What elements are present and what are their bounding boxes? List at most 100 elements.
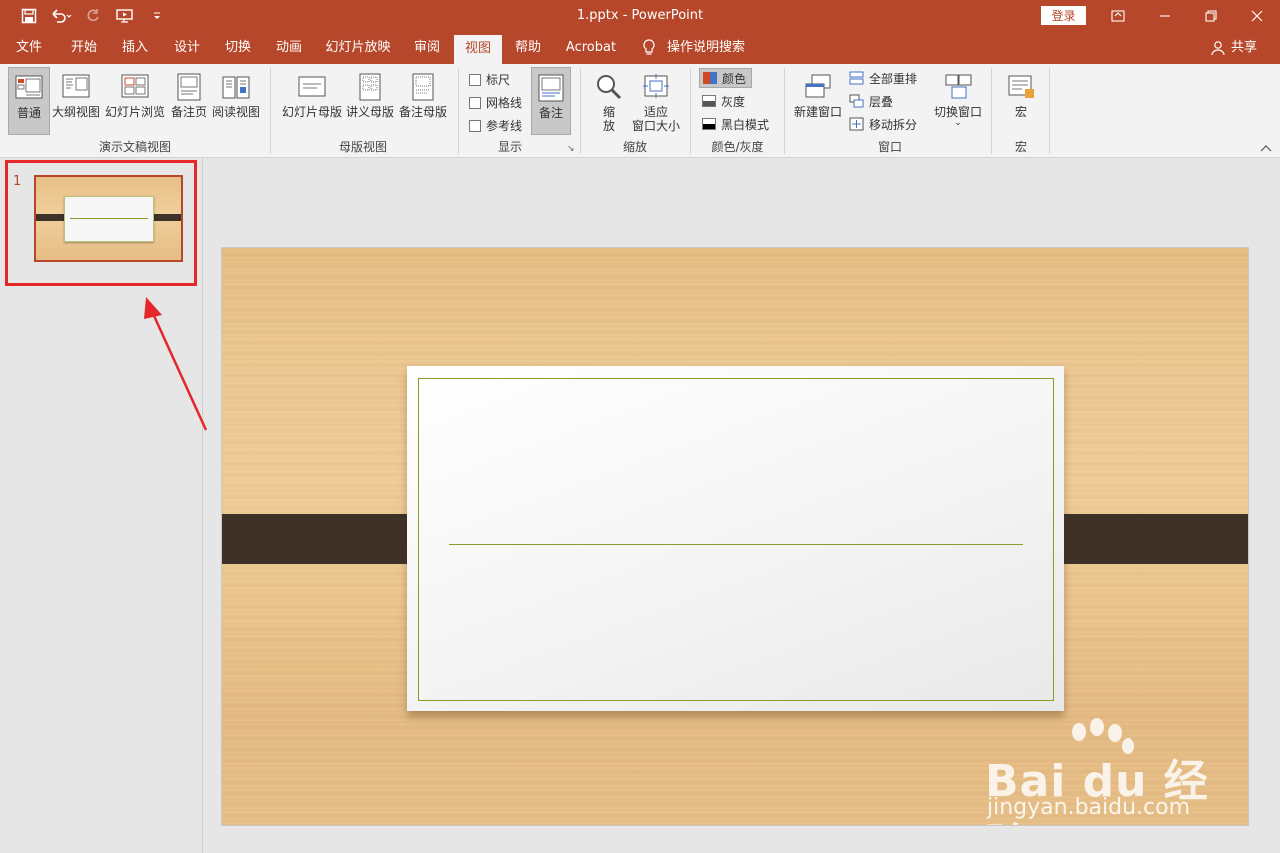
watermark-url: jingyan.baidu.com [987, 795, 1191, 820]
group-separator [270, 68, 271, 154]
gridlines-checkbox[interactable]: 网格线 [469, 94, 522, 111]
start-slideshow-icon[interactable] [114, 6, 136, 26]
outline-view-icon [62, 74, 90, 98]
notes-page-button[interactable]: 备注页 [168, 67, 210, 135]
group-label-macros: 宏 [1014, 140, 1027, 154]
cascade-button[interactable]: 层叠 [846, 91, 896, 111]
share-button[interactable]: 共享 [1229, 32, 1259, 64]
title-bar: 1.pptx - PowerPoint 登录 [0, 0, 1280, 32]
ruler-checkbox[interactable]: 标尺 [469, 71, 510, 88]
group-separator [690, 68, 691, 154]
dialog-launcher-icon[interactable]: ↘ [567, 144, 575, 154]
tab-review[interactable]: 审阅 [406, 32, 448, 64]
red-arrow-annotation [144, 297, 208, 431]
group-separator [580, 68, 581, 154]
checkbox-box[interactable] [469, 96, 481, 109]
notes-icon [538, 74, 564, 102]
minimize-icon[interactable] [1142, 0, 1188, 32]
group-separator [458, 68, 459, 154]
grayscale-button[interactable]: 灰度 [699, 91, 748, 111]
guides-checkbox[interactable]: 参考线 [469, 117, 522, 134]
tab-slideshow[interactable]: 幻灯片放映 [322, 32, 394, 64]
notes-master-button[interactable]: 备注母版 [397, 67, 449, 135]
checkbox-box[interactable] [469, 119, 481, 132]
color-button[interactable]: 颜色 [699, 68, 752, 88]
slide-sorter-button[interactable]: 幻灯片浏览 [104, 67, 166, 135]
fit-to-window-button[interactable]: 适应 窗口大小 [630, 67, 682, 135]
switch-windows-icon [945, 74, 972, 99]
group-label-window: 窗口 [877, 140, 902, 154]
cascade-icon [849, 94, 864, 108]
outline-view-button[interactable]: 大纲视图 [51, 67, 101, 135]
new-window-icon [805, 74, 831, 98]
group-separator [1049, 68, 1050, 154]
tab-help[interactable]: 帮助 [507, 32, 549, 64]
reading-view-button[interactable]: 阅读视图 [211, 67, 261, 135]
slide-master-button[interactable]: 幻灯片母版 [281, 67, 343, 135]
group-label-zoom: 缩放 [622, 140, 647, 154]
ribbon-display-options-icon[interactable] [1095, 0, 1141, 32]
group-label-master-views: 母版视图 [338, 140, 387, 154]
title-card[interactable] [407, 366, 1064, 711]
tab-view[interactable]: 视图 [454, 35, 502, 64]
tab-insert[interactable]: 插入 [114, 32, 156, 64]
card-frame [418, 378, 1054, 701]
magnifier-icon [597, 75, 622, 100]
thumbnail-highlight-box [5, 160, 197, 286]
undo-icon[interactable] [50, 6, 72, 26]
redo-icon[interactable] [82, 6, 104, 26]
fit-window-icon [643, 74, 669, 98]
tab-transitions[interactable]: 切换 [217, 32, 259, 64]
quick-access-toolbar [18, 6, 168, 26]
macros-button[interactable]: 宏 [1001, 67, 1041, 135]
ribbon-view: 普通 大纲视图 幻灯片浏览 备注页 阅读视图 演示文稿视图 幻灯片母版 讲义母版… [0, 64, 1280, 158]
slide-canvas[interactable]: Bai du 经验 jingyan.baidu.com [221, 247, 1249, 826]
tab-animations[interactable]: 动画 [268, 32, 310, 64]
slide-sorter-icon [121, 74, 149, 98]
notes-toggle-button[interactable]: 备注 [531, 67, 571, 135]
tab-acrobat[interactable]: Acrobat [562, 32, 620, 64]
handout-master-icon [359, 73, 381, 101]
group-label-color: 颜色/灰度 [711, 140, 764, 154]
checkbox-box[interactable] [469, 73, 481, 86]
group-label-presentation-views: 演示文稿视图 [98, 140, 171, 154]
black-white-button[interactable]: 黑白模式 [699, 114, 772, 134]
grayscale-swatch-icon [702, 95, 716, 107]
paw-icon [1072, 723, 1086, 741]
arrange-all-icon [849, 71, 864, 85]
restore-icon[interactable] [1188, 0, 1234, 32]
move-split-icon [849, 117, 864, 131]
tell-me-search[interactable]: 操作说明搜索 [664, 32, 748, 64]
move-split-button[interactable]: 移动拆分 [846, 114, 920, 134]
login-button[interactable]: 登录 [1041, 6, 1086, 25]
tab-home[interactable]: 开始 [63, 32, 105, 64]
save-icon[interactable] [18, 6, 40, 26]
customize-qat-icon[interactable] [146, 6, 168, 26]
dropdown-chevron-icon: ⌄ [954, 118, 962, 128]
zoom-button[interactable]: 缩 放 [590, 67, 628, 135]
normal-view-icon [15, 75, 43, 99]
ribbon-tabs: 文件 开始 插入 设计 切换 动画 幻灯片放映 审阅 视图 帮助 Acrobat… [0, 32, 1280, 64]
macros-icon [1008, 75, 1034, 98]
left-dark-band [222, 514, 430, 564]
new-window-button[interactable]: 新建窗口 [792, 67, 844, 135]
title-divider-line [449, 544, 1023, 545]
switch-windows-button[interactable]: 切换窗口 ⌄ [932, 67, 984, 135]
collapse-ribbon-icon[interactable] [1260, 144, 1272, 155]
normal-view-button[interactable]: 普通 [8, 67, 50, 135]
tab-file[interactable]: 文件 [8, 32, 50, 64]
group-label-show: 显示 [497, 140, 522, 154]
lightbulb-icon[interactable] [640, 32, 658, 64]
paw-icon [1108, 724, 1122, 742]
group-separator [991, 68, 992, 154]
black-white-swatch-icon [702, 118, 716, 130]
right-dark-band [1042, 514, 1248, 564]
close-icon[interactable] [1234, 0, 1280, 32]
slide-master-icon [298, 76, 326, 97]
arrange-all-button[interactable]: 全部重排 [846, 68, 920, 88]
group-separator [784, 68, 785, 154]
share-person-icon[interactable] [1210, 32, 1226, 64]
tab-design[interactable]: 设计 [166, 32, 208, 64]
paw-icon [1090, 718, 1104, 736]
handout-master-button[interactable]: 讲义母版 [345, 67, 395, 135]
